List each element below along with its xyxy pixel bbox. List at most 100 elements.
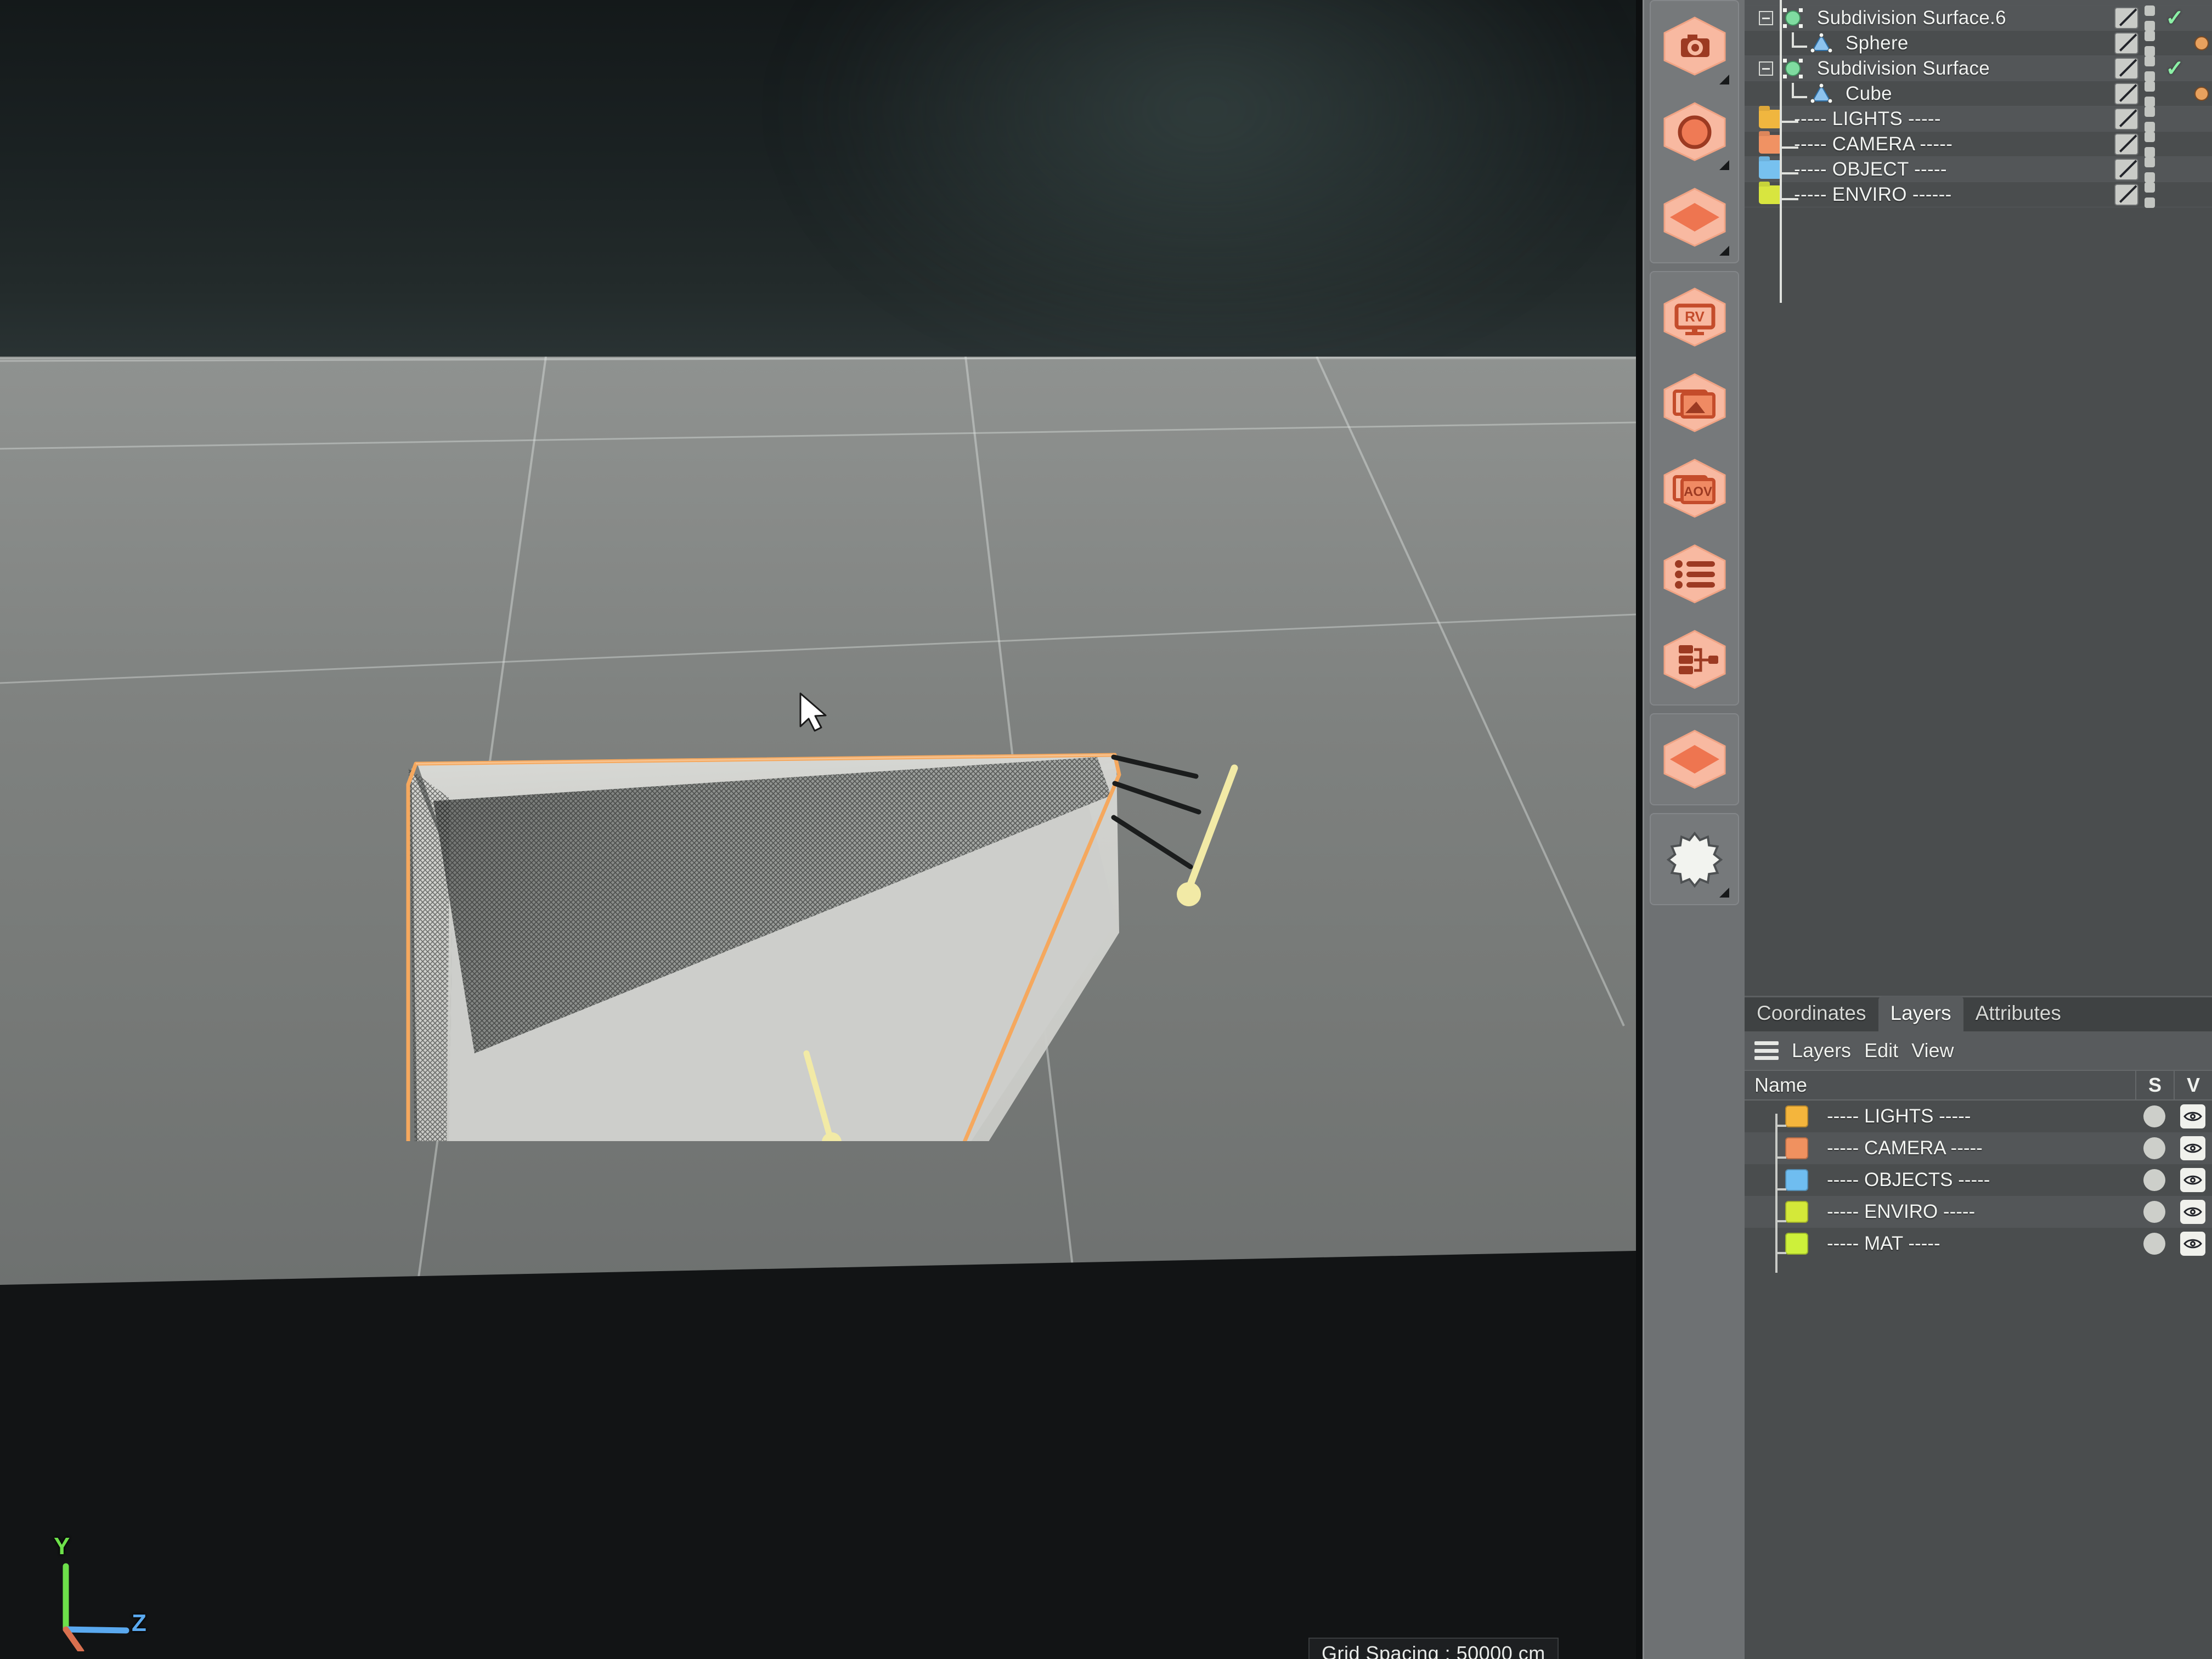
layer-color-dot[interactable]	[2194, 36, 2209, 50]
dropdown-corner-icon[interactable]	[1719, 75, 1729, 84]
visibility-dots[interactable]	[2144, 131, 2155, 157]
settings-gear-icon[interactable]	[1655, 816, 1735, 902]
tab-attributes[interactable]: Attributes	[1963, 996, 2073, 1031]
layer-row[interactable]: ----- MAT -----	[1745, 1228, 2212, 1260]
display-tag-icon[interactable]	[2114, 133, 2138, 155]
display-tag-icon[interactable]	[2114, 32, 2138, 54]
layer-solo-toggle[interactable]	[2135, 1137, 2174, 1159]
visibility-dots[interactable]	[2144, 156, 2155, 183]
layer-row[interactable]: ----- LIGHTS -----	[1745, 1101, 2212, 1132]
render-toolbar[interactable]: RV AOV	[1643, 0, 1745, 1659]
layer-row[interactable]: ----- CAMERA -----	[1745, 1132, 2212, 1164]
render-view-icon[interactable]	[1655, 3, 1735, 89]
layers-panel[interactable]: Coordinates Layers Attributes Layers Edit …	[1745, 996, 2212, 1659]
tab-layers[interactable]: Layers	[1878, 996, 1963, 1031]
layer-color-swatch[interactable]	[1785, 1137, 1808, 1159]
node-graph-icon[interactable]	[1655, 617, 1735, 702]
layer-visibility-toggle[interactable]	[2174, 1168, 2212, 1192]
visibility-dots[interactable]	[2144, 55, 2155, 82]
object-manager-row[interactable]: ----- CAMERA -----	[1745, 131, 2212, 157]
visibility-dots[interactable]	[2144, 30, 2155, 57]
object-manager-row[interactable]: ----- ENVIRO ------	[1745, 182, 2212, 208]
object-row-tags[interactable]: ✓	[2114, 55, 2212, 82]
layer-solo-toggle[interactable]	[2135, 1201, 2174, 1223]
layer-name-label: ----- MAT -----	[1827, 1233, 1940, 1254]
object-row-tags[interactable]	[2114, 30, 2212, 57]
display-tag-icon[interactable]	[2114, 58, 2138, 80]
layer-visibility-toggle[interactable]	[2174, 1104, 2212, 1128]
menu-item-edit[interactable]: Edit	[1864, 1039, 1898, 1062]
column-header-s: S	[2135, 1070, 2174, 1101]
expand-toggle-icon[interactable]	[1759, 10, 1773, 25]
object-row-tags[interactable]	[2114, 81, 2212, 107]
dropdown-corner-icon[interactable]	[1719, 888, 1729, 898]
picture-viewer-icon[interactable]	[1655, 360, 1735, 445]
object-row-tags[interactable]	[2114, 106, 2212, 132]
display-tag-icon[interactable]	[2114, 184, 2138, 206]
layer-visibility-toggle[interactable]	[2174, 1200, 2212, 1224]
enabled-check-icon[interactable]: ✓	[2160, 7, 2189, 29]
object-row-tags[interactable]: ✓	[2114, 5, 2212, 31]
enabled-check-icon[interactable]: ✓	[2160, 58, 2189, 80]
sky-light-blob	[795, 0, 1618, 357]
toolbar-separator	[1644, 905, 1745, 913]
render-settings-list-icon[interactable]	[1655, 531, 1735, 617]
object-row-tags[interactable]	[2114, 182, 2212, 208]
layer-visibility-toggle[interactable]	[2174, 1232, 2212, 1256]
aov-manager-icon[interactable]: AOV	[1655, 445, 1735, 531]
hamburger-menu-icon[interactable]	[1754, 1041, 1779, 1060]
object-manager-row[interactable]: Sphere	[1745, 30, 2212, 57]
viewport-3d[interactable]: Y Z Grid Spacing : 50000 cm	[0, 0, 1636, 1659]
panel-tabs[interactable]: Coordinates Layers Attributes	[1745, 996, 2212, 1031]
expand-toggle-icon[interactable]	[1759, 61, 1773, 76]
layer-row[interactable]: ----- ENVIRO -----	[1745, 1196, 2212, 1228]
layers-menubar[interactable]: Layers Edit View	[1745, 1031, 2212, 1070]
object-manager-row[interactable]: Cube	[1745, 81, 2212, 107]
object-manager-row[interactable]: ----- LIGHTS -----	[1745, 106, 2212, 132]
dropdown-corner-icon[interactable]	[1719, 246, 1729, 256]
object-row-tags[interactable]	[2114, 131, 2212, 157]
toolbar-separator	[1644, 706, 1745, 713]
layer-solo-toggle[interactable]	[2135, 1105, 2174, 1127]
display-tag-icon[interactable]	[2114, 108, 2138, 130]
column-header-name: Name	[1754, 1074, 1808, 1096]
render-region-icon[interactable]	[1655, 89, 1735, 174]
layer-row[interactable]: ----- OBJECTS -----	[1745, 1164, 2212, 1196]
object-manager-row[interactable]: ----- OBJECT -----	[1745, 156, 2212, 183]
layer-solo-toggle[interactable]	[2135, 1169, 2174, 1191]
visibility-dots[interactable]	[2144, 182, 2155, 208]
object-name-label: Cube	[1846, 82, 1892, 104]
visibility-dots[interactable]	[2144, 81, 2155, 107]
layer-color-swatch[interactable]	[1785, 1105, 1808, 1127]
layer-color-swatch[interactable]	[1785, 1233, 1808, 1255]
material-hex-icon[interactable]	[1655, 716, 1735, 802]
render-queue-icon[interactable]	[1655, 174, 1735, 260]
layers-table-header: Name S V	[1745, 1070, 2212, 1101]
layer-name-label: ----- LIGHTS -----	[1827, 1105, 1971, 1127]
display-tag-icon[interactable]	[2114, 159, 2138, 180]
layer-solo-toggle[interactable]	[2135, 1233, 2174, 1255]
selected-mesh-wedge[interactable]	[351, 702, 1503, 1141]
visibility-dots[interactable]	[2144, 5, 2155, 31]
dropdown-corner-icon[interactable]	[1719, 160, 1729, 170]
layer-color-swatch[interactable]	[1785, 1201, 1808, 1223]
display-tag-icon[interactable]	[2114, 83, 2138, 105]
object-manager-list[interactable]: Subdivision Surface.6 ✓ Sphere Subdivision …	[1745, 5, 2212, 208]
object-manager[interactable]: Subdivision Surface.6 ✓ Sphere Subdivision …	[1745, 0, 2212, 996]
layer-color-dot[interactable]	[2194, 87, 2209, 101]
display-tag-icon[interactable]	[2114, 7, 2138, 29]
layers-list[interactable]: ----- LIGHTS ----- ----- CAMERA ----- ----…	[1745, 1101, 2212, 1260]
visibility-dots[interactable]	[2144, 106, 2155, 132]
layer-color-swatch[interactable]	[1785, 1169, 1808, 1191]
menu-item-view[interactable]: View	[1911, 1039, 1954, 1062]
layer-visibility-toggle[interactable]	[2174, 1136, 2212, 1160]
menu-item-layers[interactable]: Layers	[1792, 1039, 1851, 1062]
object-row-tags[interactable]	[2114, 156, 2212, 183]
layer-name-label: ----- OBJECTS -----	[1827, 1169, 1990, 1190]
folder-icon	[1759, 134, 1782, 154]
folder-icon	[1759, 109, 1782, 128]
render-view-rv-icon[interactable]: RV	[1655, 274, 1735, 360]
object-manager-row[interactable]: Subdivision Surface.6 ✓	[1745, 5, 2212, 31]
object-manager-row[interactable]: Subdivision Surface ✓	[1745, 55, 2212, 82]
tab-coordinates[interactable]: Coordinates	[1745, 996, 1878, 1031]
